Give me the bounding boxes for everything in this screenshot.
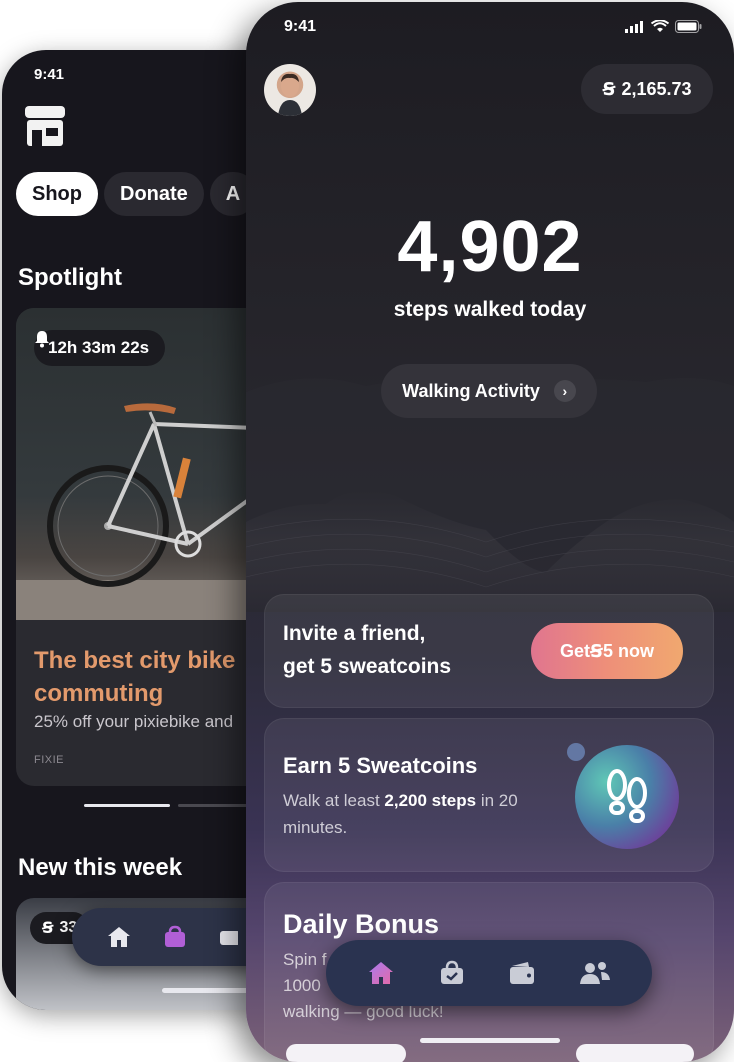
friends-icon[interactable] [579,960,611,986]
battery-icon [675,20,702,33]
shop-tabs: Shop Donate A [16,172,257,216]
sweatcoin-icon: Ꞩ [590,640,603,661]
sweatcoin-icon: Ꞩ [602,78,616,99]
button-peek [576,1044,694,1062]
invite-line2: get 5 sweatcoins [283,655,452,678]
wifi-icon [651,20,669,32]
earn-card[interactable]: Earn 5 Sweatcoins Walk at least 2,200 st… [264,718,714,872]
invite-card: Invite a friend, get 5 sweatcoins Get Ꞩ … [264,594,714,708]
bottom-nav [326,940,652,1006]
spotlight-subtitle: 25% off your pixiebike and [34,712,234,731]
shop-icon[interactable] [438,960,466,986]
orb-bubble [567,743,585,761]
invite-text: Invite a friend, get 5 sweatcoins [283,617,451,683]
walking-activity-label: Walking Activity [402,380,540,401]
earn-title: Earn 5 Sweatcoins [283,753,478,778]
daily-bonus-title: Daily Bonus [283,909,440,939]
spotlight-brand: FIXIE [34,754,65,766]
status-time: 9:41 [34,66,65,83]
status-time: 9:41 [284,18,317,35]
home-icon[interactable] [106,925,132,949]
countdown-badge: 12h 33m 22s [34,330,166,366]
steps-count: 4,902 [397,207,583,287]
new-this-week-heading: New this week [18,854,183,881]
daily-line1: Spin f [283,950,327,969]
store-icon [25,106,65,146]
avatar-photo [278,73,302,116]
earn-sub-prefix: Walk at least [283,791,385,810]
pager-active [84,804,170,807]
tab-donate[interactable]: Donate [104,172,204,216]
countdown-text: 12h 33m 22s [48,338,150,357]
steps-label: steps walked today [393,298,587,321]
tab-shop[interactable]: Shop [16,172,98,216]
chevron-right-icon: › [553,380,576,402]
home-icon[interactable] [367,960,395,986]
bell-icon [35,331,49,348]
wallet-icon[interactable] [218,925,238,949]
earn-sub-steps: 2,200 steps [384,791,477,810]
balance-value: 2,165.73 [621,78,692,99]
sweatcoin-icon: Ꞩ [42,920,54,937]
get-button-amount: 5 now [602,640,654,661]
footsteps-icon [607,769,647,823]
status-icons [625,20,702,33]
home-indicator [420,1038,560,1043]
get-coins-button[interactable]: Get Ꞩ 5 now [531,623,683,679]
button-peek [286,1044,406,1062]
signal-icon [625,20,643,33]
balance-badge[interactable]: Ꞩ 2,165.73 [581,64,713,114]
earn-subtitle: Walk at least 2,200 steps in 20 minutes. [283,787,533,841]
footsteps-orb [575,745,679,849]
shop-icon[interactable] [162,925,188,949]
avatar[interactable] [264,64,316,116]
walking-activity-button[interactable]: Walking Activity › [381,364,597,418]
get-button-prefix: Get [560,640,591,661]
front-phone: 9:41 Ꞩ 2,165.73 4,902 steps walked today [246,2,734,1062]
invite-line1: Invite a friend, [283,622,426,645]
wallet-icon[interactable] [508,960,536,986]
spotlight-heading: Spotlight [18,264,122,291]
